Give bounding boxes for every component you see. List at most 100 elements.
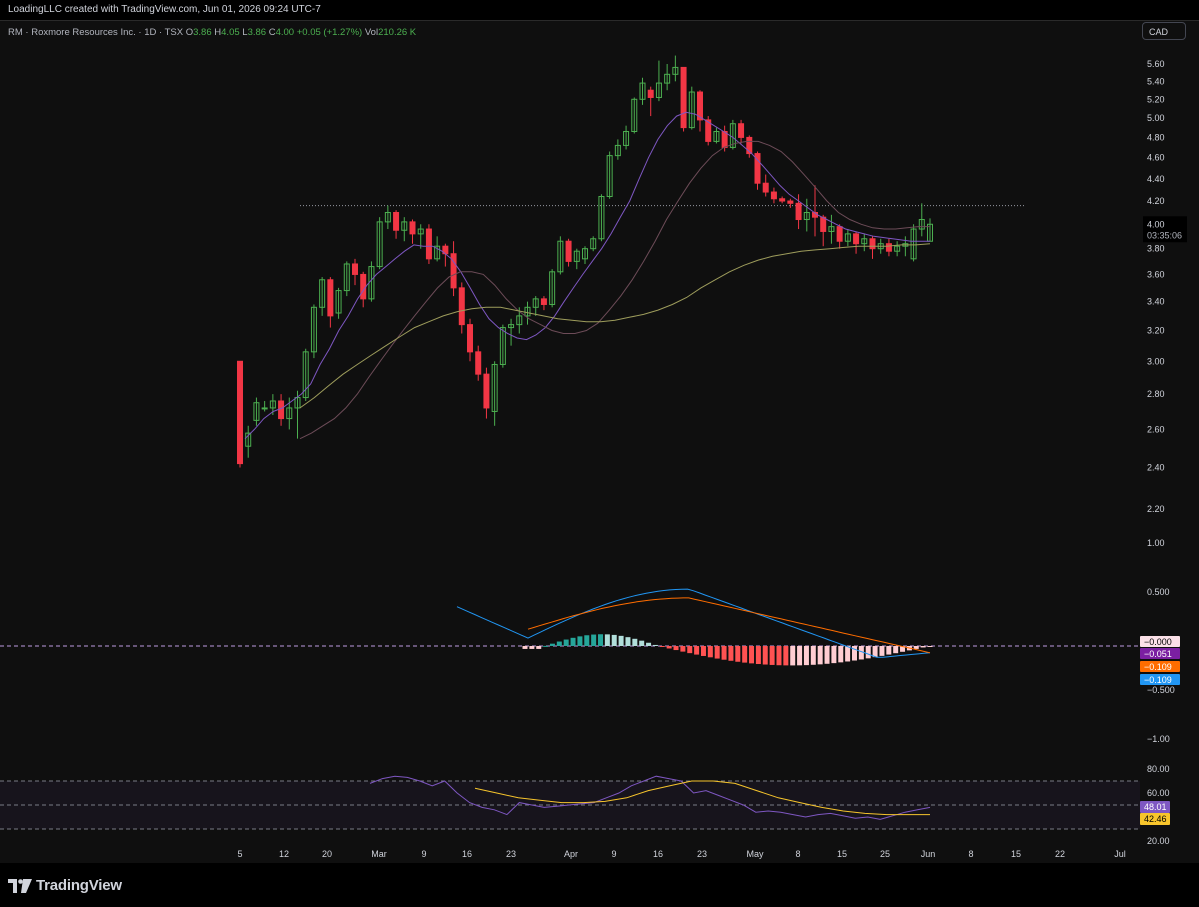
macd-histogram-bar bbox=[618, 635, 624, 646]
candle-body bbox=[762, 182, 769, 193]
macd-histogram-bar bbox=[776, 646, 782, 666]
macd-value-label: −0.051 bbox=[1144, 649, 1172, 659]
candle-body bbox=[540, 298, 547, 305]
candle-body bbox=[853, 233, 860, 245]
macd-histogram-bar bbox=[810, 646, 816, 665]
candle-body bbox=[237, 360, 243, 465]
macd-histogram-bar bbox=[927, 646, 933, 647]
macd-histogram-bar bbox=[604, 634, 610, 646]
candle-body bbox=[869, 238, 876, 250]
credit-text: LoadingLLC created with TradingView.com,… bbox=[8, 4, 321, 15]
x-axis-tick-label: 20 bbox=[322, 849, 332, 859]
macd-histogram-bar bbox=[838, 646, 844, 663]
tradingview-logo[interactable]: TradingView bbox=[8, 877, 122, 894]
symbol-legend: RM · Roxmore Resources Inc. · 1D · TSX O… bbox=[8, 26, 416, 40]
price-tick-label: 4.60 bbox=[1147, 153, 1165, 163]
candle-body bbox=[467, 324, 473, 353]
macd-histogram-bar bbox=[762, 646, 768, 665]
macd-histogram-bar bbox=[694, 646, 700, 655]
open-value: 3.86 bbox=[193, 27, 212, 38]
candle-body bbox=[779, 198, 786, 202]
macd-histogram-bar bbox=[797, 646, 803, 666]
macd-histogram-bar bbox=[666, 646, 672, 649]
macd-histogram-bar bbox=[687, 646, 693, 654]
brand-name: TradingView bbox=[36, 877, 122, 894]
macd-histogram-bar bbox=[556, 641, 562, 646]
candle-body bbox=[836, 226, 843, 242]
low-value: 3.86 bbox=[247, 27, 267, 38]
x-axis-tick-label: 16 bbox=[462, 849, 472, 859]
chart-frame[interactable]: 5.60 5.40 5.20 5.00 4.80 4.60 4.40 4.20 4.00 3.80… bbox=[0, 20, 1199, 864]
x-axis-tick-label: Jul bbox=[1114, 849, 1126, 859]
x-axis-tick-label: 12 bbox=[279, 849, 289, 859]
chart-canvas[interactable]: 5.60 5.40 5.20 5.00 4.80 4.60 4.40 4.20 4.00 3.80… bbox=[0, 21, 1199, 864]
x-axis-tick-label: 9 bbox=[421, 849, 426, 859]
rsi-value-label: 48.01 bbox=[1144, 802, 1167, 812]
candle-body bbox=[885, 243, 892, 252]
candle-body bbox=[475, 351, 482, 375]
countdown-label: 03:35:06 bbox=[1147, 230, 1182, 240]
ma-mid-line bbox=[299, 140, 930, 440]
macd-histogram-bar bbox=[577, 636, 583, 646]
macd-tick-label: 1.00 bbox=[1147, 538, 1165, 548]
candle-body bbox=[647, 89, 654, 98]
price-tick-label: 5.60 bbox=[1147, 59, 1165, 69]
x-axis-tick-label: Mar bbox=[371, 849, 387, 859]
x-axis-tick-label: 16 bbox=[653, 849, 663, 859]
macd-histogram-bar bbox=[591, 634, 597, 646]
macd-histogram-bar bbox=[639, 640, 645, 646]
macd-histogram-bar bbox=[920, 646, 926, 648]
candle-body bbox=[770, 191, 777, 200]
rsi-value-label: 42.46 bbox=[1144, 814, 1167, 824]
macd-histogram-bar bbox=[543, 645, 549, 647]
price-tick-label: 5.20 bbox=[1147, 94, 1165, 104]
macd-histogram-bar bbox=[700, 646, 706, 656]
currency-button[interactable]: CAD bbox=[1142, 22, 1186, 40]
volume-label: Vol bbox=[364, 27, 379, 38]
high-value: 4.05 bbox=[221, 27, 240, 38]
macd-histogram-bar bbox=[598, 634, 604, 646]
macd-histogram-bar bbox=[913, 646, 919, 649]
macd-histogram-bar bbox=[714, 646, 720, 659]
price-tick-label: 3.00 bbox=[1147, 356, 1165, 366]
macd-histogram-bar bbox=[673, 646, 679, 651]
x-axis-tick-label: 5 bbox=[237, 849, 242, 859]
x-axis-tick-label: 23 bbox=[697, 849, 707, 859]
symbol-title[interactable]: RM · Roxmore Resources Inc. · 1D · TSX bbox=[8, 27, 183, 38]
last-price-label: 4.00 bbox=[1147, 219, 1165, 229]
macd-histogram-bar bbox=[680, 646, 686, 652]
macd-histogram-bar bbox=[721, 646, 727, 660]
close-value: 4.00 bbox=[275, 27, 295, 38]
candle-body bbox=[352, 263, 358, 275]
candle-body bbox=[738, 123, 745, 138]
bottom-bar bbox=[0, 863, 1199, 907]
candle-body bbox=[795, 202, 802, 221]
price-tick-label: 4.20 bbox=[1147, 196, 1165, 206]
close-label: C bbox=[268, 27, 276, 38]
macd-histogram-bar bbox=[742, 646, 748, 663]
candle-body bbox=[721, 131, 728, 148]
x-axis-tick-label: 25 bbox=[880, 849, 890, 859]
macd-histogram-bar bbox=[549, 643, 555, 646]
macd-histogram-bar bbox=[790, 646, 796, 666]
price-tick-label: 3.20 bbox=[1147, 326, 1165, 336]
change-value: +0.05 (+1.27%) bbox=[296, 27, 363, 38]
x-axis-tick-label: 22 bbox=[1055, 849, 1065, 859]
ma-slow-line bbox=[299, 243, 931, 409]
macd-histogram-bar bbox=[845, 646, 851, 662]
macd-histogram-bar bbox=[728, 646, 734, 661]
macd-histogram-bar bbox=[783, 646, 789, 666]
price-tick-label: 2.60 bbox=[1147, 424, 1165, 434]
macd-histogram-bar bbox=[646, 642, 652, 646]
macd-histogram-bar bbox=[803, 646, 809, 666]
macd-value-label: −0.109 bbox=[1144, 662, 1172, 672]
rsi-tick-label: 20.00 bbox=[1147, 836, 1170, 846]
price-tick-label: 2.80 bbox=[1147, 389, 1165, 399]
macd-histogram-bar bbox=[563, 639, 569, 646]
x-axis-tick-label: 8 bbox=[968, 849, 973, 859]
volume-value: 210.26 K bbox=[378, 27, 417, 38]
macd-histogram-bar bbox=[632, 638, 638, 646]
candle-body bbox=[458, 287, 465, 326]
macd-histogram-bar bbox=[529, 646, 535, 649]
x-axis-tick-label: May bbox=[746, 849, 764, 859]
